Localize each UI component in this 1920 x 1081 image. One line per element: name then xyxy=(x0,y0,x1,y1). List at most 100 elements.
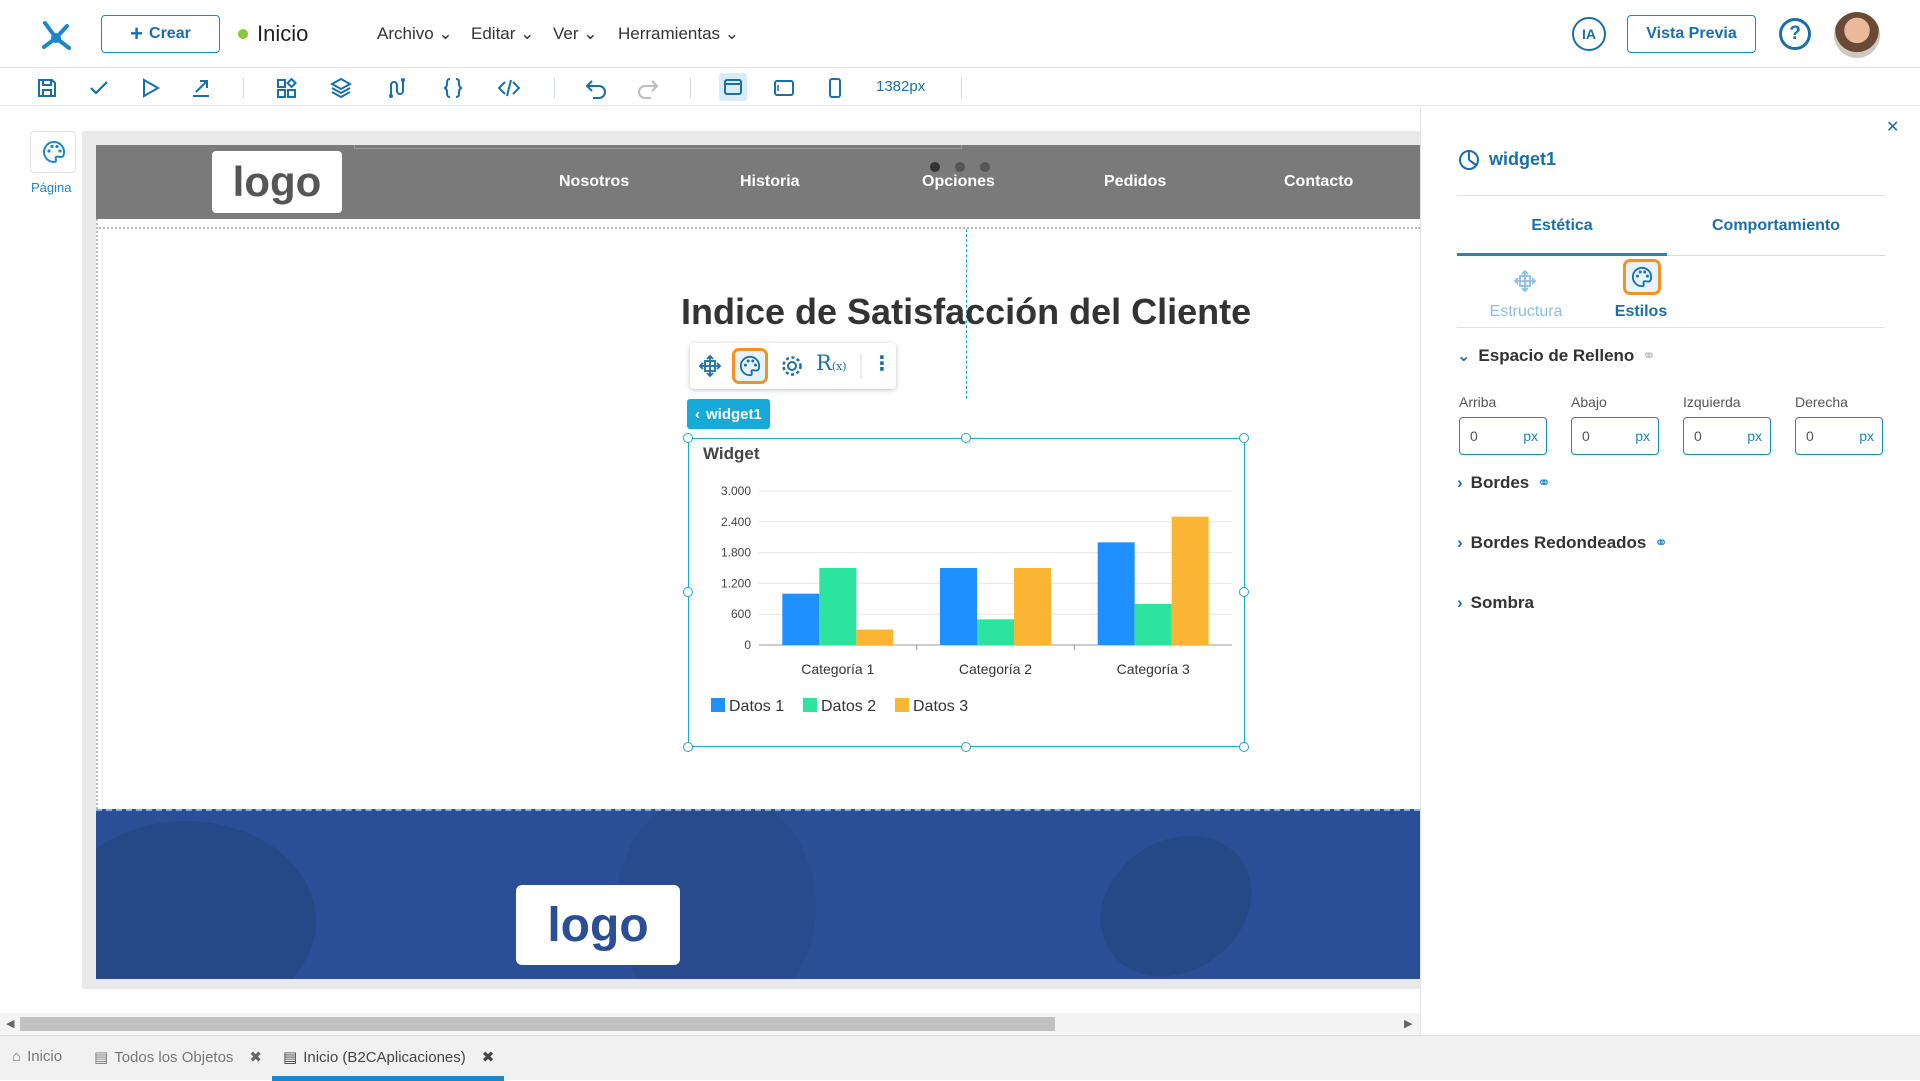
resize-handle[interactable] xyxy=(1239,742,1249,752)
resize-handle[interactable] xyxy=(1239,587,1249,597)
chart-bar xyxy=(1171,516,1209,645)
flow-icon[interactable] xyxy=(386,77,408,99)
nav-nosotros[interactable]: Nosotros xyxy=(559,173,629,191)
borders-section-title: Bordes xyxy=(1470,473,1530,492)
site-header[interactable]: logo Nosotros Historia Opciones Pedidos … xyxy=(96,145,1420,219)
widget-icon xyxy=(1459,150,1479,170)
link-icon[interactable]: ⚭ xyxy=(1642,346,1655,366)
borders-section-header[interactable]: › Bordes ⚭ xyxy=(1457,473,1551,493)
play-icon[interactable] xyxy=(139,77,161,99)
check-icon[interactable] xyxy=(88,77,110,99)
save-icon[interactable] xyxy=(36,77,58,99)
help-icon: ? xyxy=(1789,23,1801,44)
carousel-dot[interactable] xyxy=(955,162,965,172)
undo-icon[interactable] xyxy=(585,77,607,99)
nav-opciones[interactable]: Opciones xyxy=(922,173,995,191)
resize-handle[interactable] xyxy=(1239,433,1249,443)
chart-widget[interactable]: Widget 3.000 2.400 1.800 1.200 600 0 Categoría… xyxy=(688,438,1245,747)
move-icon[interactable] xyxy=(698,354,722,378)
palette-icon xyxy=(1631,266,1653,288)
tab-estetica[interactable]: Estética xyxy=(1457,217,1667,235)
nav-historia[interactable]: Historia xyxy=(740,173,800,191)
more-options-icon[interactable]: ⋮ xyxy=(872,354,892,374)
resize-handle[interactable] xyxy=(961,742,971,752)
unit-label: px xyxy=(1635,428,1650,444)
resize-handle[interactable] xyxy=(683,742,693,752)
padding-bottom-input[interactable]: 0 px xyxy=(1571,417,1659,455)
shadow-section-title: Sombra xyxy=(1470,593,1534,612)
nav-pedidos[interactable]: Pedidos xyxy=(1104,173,1166,191)
page-styles-button[interactable] xyxy=(30,131,76,173)
close-icon[interactable]: ✕ xyxy=(1886,117,1899,137)
unit-label: px xyxy=(1747,428,1762,444)
code-icon[interactable] xyxy=(498,77,520,99)
link-icon[interactable]: ⚭ xyxy=(1537,473,1550,493)
help-button[interactable]: ? xyxy=(1779,18,1811,50)
menu-ver-label: Ver xyxy=(553,24,579,43)
components-icon[interactable] xyxy=(275,77,297,99)
rounded-borders-section-title: Bordes Redondeados xyxy=(1470,533,1647,552)
bottom-tab-inicio-b2c[interactable]: ▤ Inicio (B2CAplicaciones) ✖ xyxy=(283,1048,495,1067)
create-button-label: Crear xyxy=(149,25,191,42)
palette-icon xyxy=(43,140,66,164)
shadow-section-header[interactable]: › Sombra xyxy=(1457,593,1534,613)
resize-handle[interactable] xyxy=(683,433,693,443)
nav-contacto[interactable]: Contacto xyxy=(1284,173,1353,191)
rounded-borders-section-header[interactable]: › Bordes Redondeados ⚭ xyxy=(1457,533,1668,553)
scroll-left-icon[interactable]: ◀ xyxy=(6,1017,14,1030)
subtab-estilos[interactable]: Estilos xyxy=(1591,259,1691,337)
menu-ver[interactable]: Ver ⌄ xyxy=(553,24,598,44)
header-logo[interactable]: logo xyxy=(212,151,342,213)
widget-tag[interactable]: ‹ widget1 xyxy=(687,399,770,429)
close-icon[interactable]: ✖ xyxy=(249,1048,262,1066)
padding-right-value: 0 xyxy=(1806,428,1814,444)
create-button[interactable]: + Crear xyxy=(101,15,220,53)
carousel-dot[interactable] xyxy=(930,162,940,172)
rules-icon[interactable]: R(x) xyxy=(816,351,850,381)
footer-logo[interactable]: logo xyxy=(516,885,680,965)
app-logo-icon[interactable] xyxy=(36,14,76,54)
carousel-dot[interactable] xyxy=(980,162,990,172)
ai-assistant-button[interactable]: IA xyxy=(1572,17,1606,51)
gear-icon[interactable] xyxy=(780,354,804,378)
scroll-right-icon[interactable]: ▶ xyxy=(1404,1017,1412,1030)
styles-button[interactable] xyxy=(732,348,768,384)
padding-right-input[interactable]: 0 px xyxy=(1795,417,1883,455)
resize-handle[interactable] xyxy=(961,433,971,443)
chevron-right-icon: › xyxy=(1457,593,1463,612)
link-icon[interactable]: ⚭ xyxy=(1654,533,1667,553)
resize-handle[interactable] xyxy=(683,587,693,597)
padding-left-input[interactable]: 0 px xyxy=(1683,417,1771,455)
page-heading[interactable]: Indice de Satisfacción del Cliente xyxy=(681,291,1251,333)
braces-icon[interactable] xyxy=(442,77,464,99)
close-icon[interactable]: ✖ xyxy=(482,1048,495,1066)
tablet-icon[interactable] xyxy=(773,77,795,99)
layers-icon[interactable] xyxy=(330,77,352,99)
tab-comportamiento[interactable]: Comportamiento xyxy=(1667,217,1885,235)
desktop-view-button[interactable] xyxy=(719,73,747,101)
publish-icon[interactable] xyxy=(190,77,212,99)
padding-section-title: Espacio de Relleno xyxy=(1478,346,1635,365)
mobile-icon[interactable] xyxy=(824,77,846,99)
x-tick-label: Categoría 1 xyxy=(801,661,874,677)
menu-editar[interactable]: Editar ⌄ xyxy=(471,24,534,44)
menu-herramientas[interactable]: Herramientas ⌄ xyxy=(618,24,739,44)
padding-top-value: 0 xyxy=(1470,428,1478,444)
chevron-down-icon: ⌄ xyxy=(724,24,740,43)
bottom-tab-inicio[interactable]: ⌂ Inicio xyxy=(12,1048,62,1065)
subtab-estilos-label: Estilos xyxy=(1614,303,1668,320)
avatar[interactable] xyxy=(1834,12,1880,58)
redo-icon[interactable] xyxy=(637,77,659,99)
bottom-tab-label: Todos los Objetos xyxy=(114,1048,234,1066)
field-label-derecha: Derecha xyxy=(1795,394,1848,410)
padding-section-header[interactable]: ⌄ Espacio de Relleno ⚭ xyxy=(1457,346,1656,366)
padding-top-input[interactable]: 0 px xyxy=(1459,417,1547,455)
page-icon: ▤ xyxy=(283,1049,298,1066)
horizontal-scrollbar[interactable]: ◀ ▶ xyxy=(0,1013,1420,1035)
scrollbar-thumb[interactable] xyxy=(20,1017,1055,1031)
menu-archivo[interactable]: Archivo ⌄ xyxy=(377,24,453,44)
chevron-down-icon: ⌄ xyxy=(520,24,535,43)
bottom-tab-todos-objetos[interactable]: ▤ Todos los Objetos ✖ xyxy=(94,1048,262,1067)
preview-button[interactable]: Vista Previa xyxy=(1627,15,1756,53)
site-footer[interactable]: logo xyxy=(96,809,1420,979)
